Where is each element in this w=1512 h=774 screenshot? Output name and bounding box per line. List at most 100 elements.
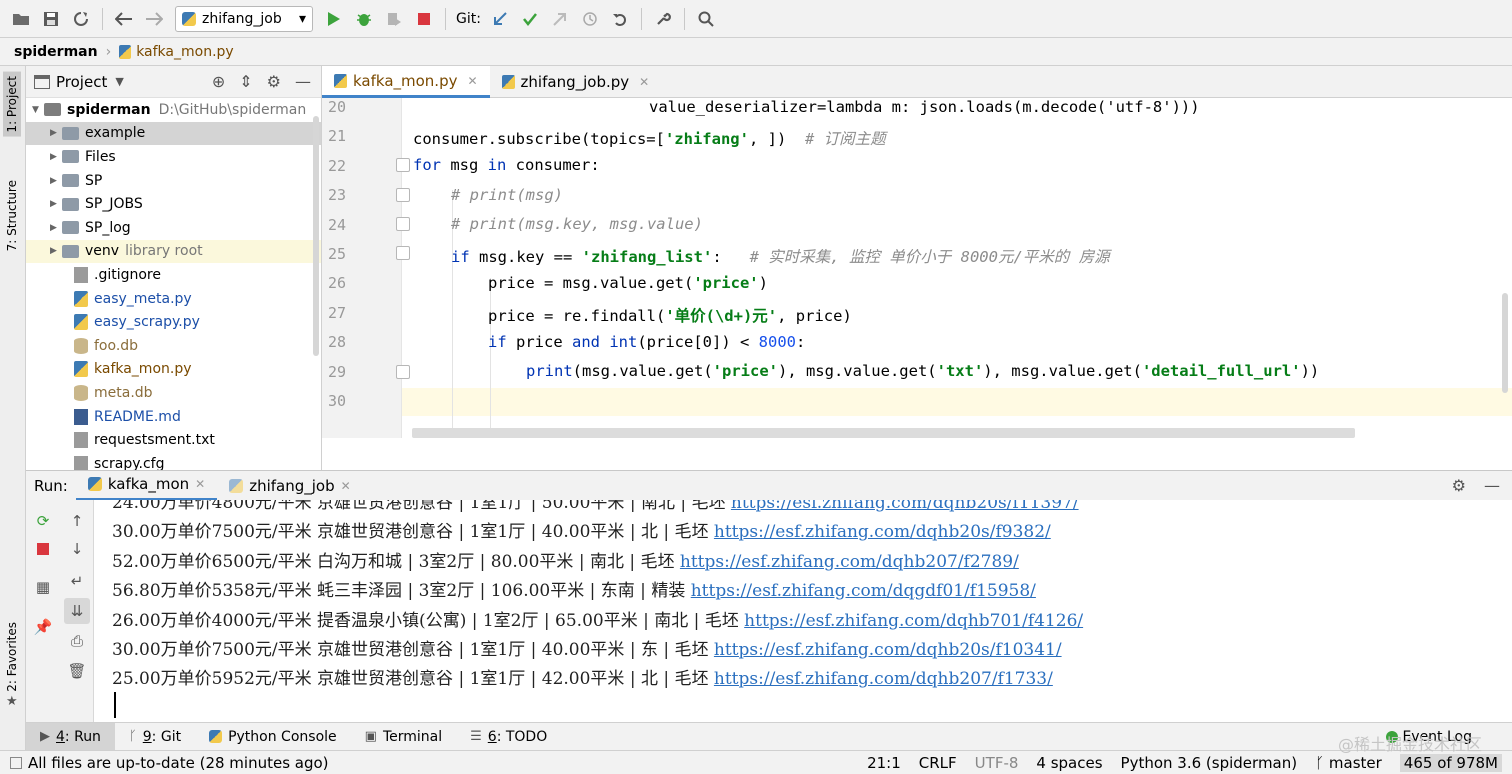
pin-icon[interactable]: 📌 bbox=[30, 614, 56, 640]
down-arrow-icon[interactable]: ↓ bbox=[64, 536, 90, 562]
open-folder-icon[interactable] bbox=[8, 6, 34, 32]
locate-icon[interactable]: ⊕ bbox=[212, 72, 225, 91]
console-link[interactable]: https://esf.zhifang.com/dqhb207/f1733/ bbox=[714, 669, 1053, 689]
indent-setting[interactable]: 4 spaces bbox=[1036, 754, 1102, 772]
gear-icon[interactable]: ⚙ bbox=[267, 72, 281, 91]
tree-item[interactable]: ▶ Files bbox=[26, 145, 321, 169]
tree-item[interactable]: ▶ SP_log bbox=[26, 216, 321, 240]
collapse-all-icon[interactable]: ⇕ bbox=[239, 72, 252, 91]
console-link[interactable]: https://esf.zhifang.com/dqhb20s/f9382/ bbox=[714, 522, 1051, 542]
structure-tool-tab[interactable]: 7: Structure bbox=[3, 176, 21, 255]
debug-icon[interactable] bbox=[351, 6, 377, 32]
status-checkbox-icon[interactable] bbox=[10, 756, 22, 769]
tab-todo[interactable]: ☰ 6: TODO bbox=[456, 723, 561, 751]
tab-kafka-mon[interactable]: kafka_mon.py ✕ bbox=[322, 66, 490, 98]
trash-icon[interactable]: 🗑 bbox=[64, 658, 90, 684]
tree-item[interactable]: scrapy.cfg bbox=[26, 452, 321, 470]
tree-item[interactable]: ▶ SP_JOBS bbox=[26, 192, 321, 216]
collapsed-arrow-icon[interactable]: ▶ bbox=[50, 223, 62, 233]
back-icon[interactable] bbox=[111, 6, 137, 32]
project-panel-title[interactable]: Project bbox=[56, 73, 107, 91]
up-arrow-icon[interactable]: ↑ bbox=[64, 508, 90, 534]
forward-icon[interactable] bbox=[141, 6, 167, 32]
hide-icon[interactable]: — bbox=[1484, 476, 1500, 495]
caret-position[interactable]: 21:1 bbox=[867, 754, 901, 772]
soft-wrap-icon[interactable]: ↵ bbox=[64, 568, 90, 594]
fold-marker-icon[interactable] bbox=[396, 365, 410, 379]
run-console-output[interactable]: 24.00万单价4800元/平米 京雄世贸港创意谷 | 1室1厅 | 50.00… bbox=[94, 500, 1512, 722]
console-link[interactable]: https://esf.zhifang.com/dqhb701/f4126/ bbox=[744, 611, 1083, 631]
history-icon[interactable] bbox=[577, 6, 603, 32]
hide-icon[interactable]: — bbox=[295, 72, 311, 91]
fold-marker-icon[interactable] bbox=[396, 188, 410, 202]
git-commit-icon[interactable] bbox=[517, 6, 543, 32]
breadcrumb-project[interactable]: spiderman bbox=[14, 44, 98, 60]
git-branch[interactable]: ᚴ master bbox=[1315, 754, 1382, 772]
editor-vertical-scrollbar[interactable] bbox=[1502, 293, 1508, 393]
console-link[interactable]: https://esf.zhifang.com/dqhb207/f2789/ bbox=[680, 552, 1019, 572]
scroll-to-end-icon[interactable]: ⇊ bbox=[64, 598, 90, 624]
python-interpreter[interactable]: Python 3.6 (spiderman) bbox=[1121, 754, 1298, 772]
fold-marker-icon[interactable] bbox=[396, 158, 410, 172]
tree-item[interactable]: ▶ venv library root bbox=[26, 239, 321, 264]
rerun-icon[interactable]: ⟳ bbox=[30, 508, 56, 534]
tab-python-console[interactable]: Python Console bbox=[195, 723, 351, 751]
tree-item[interactable]: meta.db bbox=[26, 381, 321, 405]
close-icon[interactable]: ✕ bbox=[467, 74, 477, 88]
editor-horizontal-scrollbar[interactable] bbox=[412, 428, 1355, 438]
project-tool-tab[interactable]: 1: Project bbox=[3, 72, 21, 137]
console-link[interactable]: https://esf.zhifang.com/dqhb20s/f11397/ bbox=[731, 500, 1079, 513]
git-update-icon[interactable] bbox=[487, 6, 513, 32]
collapsed-arrow-icon[interactable]: ▶ bbox=[50, 246, 62, 256]
tree-item[interactable]: ▶ example bbox=[26, 121, 321, 146]
collapsed-arrow-icon[interactable]: ▶ bbox=[50, 176, 62, 186]
console-link[interactable]: https://esf.zhifang.com/dqhb20s/f10341/ bbox=[714, 640, 1062, 660]
layout-icon[interactable]: ▦ bbox=[30, 574, 56, 600]
tree-item[interactable]: kafka_mon.py bbox=[26, 358, 321, 382]
collapsed-arrow-icon[interactable]: ▶ bbox=[50, 152, 62, 162]
run-tab-kafka-mon[interactable]: kafka_mon ✕ bbox=[75, 471, 218, 501]
close-icon[interactable]: ✕ bbox=[195, 477, 205, 491]
breadcrumb-file[interactable]: kafka_mon.py bbox=[119, 44, 234, 60]
close-icon[interactable]: ✕ bbox=[639, 75, 649, 89]
tab-git[interactable]: ᚴ 9: Git bbox=[115, 723, 195, 751]
tree-item[interactable]: requestsment.txt bbox=[26, 428, 321, 452]
search-icon[interactable] bbox=[693, 6, 719, 32]
stop-icon[interactable] bbox=[411, 6, 437, 32]
tree-item[interactable]: foo.db bbox=[26, 334, 321, 358]
tree-item[interactable]: ▶ SP bbox=[26, 169, 321, 193]
fold-marker-icon[interactable] bbox=[396, 246, 410, 260]
rollback-icon[interactable] bbox=[607, 6, 633, 32]
run-configuration-select[interactable]: zhifang_job ▾ bbox=[175, 5, 313, 32]
tab-zhifang-job[interactable]: zhifang_job.py ✕ bbox=[490, 66, 662, 97]
fold-marker-icon[interactable] bbox=[396, 217, 410, 231]
sync-icon[interactable] bbox=[68, 6, 94, 32]
project-scrollbar[interactable] bbox=[313, 116, 319, 356]
memory-indicator[interactable]: 465 of 978M bbox=[1399, 753, 1502, 772]
tree-item[interactable]: easy_meta.py bbox=[26, 287, 321, 311]
wrench-icon[interactable] bbox=[650, 6, 676, 32]
chevron-down-icon[interactable]: ▼ bbox=[115, 75, 123, 88]
favorites-tool-tab[interactable]: 2: Favorites bbox=[3, 618, 21, 696]
gear-icon[interactable]: ⚙ bbox=[1452, 476, 1466, 495]
line-separator[interactable]: CRLF bbox=[919, 754, 957, 772]
tree-item[interactable]: easy_scrapy.py bbox=[26, 310, 321, 334]
stop-icon[interactable] bbox=[30, 536, 56, 562]
git-push-icon[interactable] bbox=[547, 6, 573, 32]
close-icon[interactable]: ✕ bbox=[341, 479, 351, 493]
tree-root[interactable]: ▼ spiderman D:\GitHub\spiderman bbox=[26, 98, 321, 122]
tree-item[interactable]: README.md bbox=[26, 405, 321, 429]
tree-item[interactable]: .gitignore bbox=[26, 263, 321, 287]
save-all-icon[interactable] bbox=[38, 6, 64, 32]
run-icon[interactable] bbox=[321, 6, 347, 32]
run-tab-zhifang-job[interactable]: zhifang_job ✕ bbox=[217, 471, 362, 501]
code-editor[interactable]: 20 21 22 23 24 25 26 27 28 29 30 value_deserialize… bbox=[322, 98, 1512, 470]
print-icon[interactable]: ⎙ bbox=[64, 628, 90, 654]
tab-terminal[interactable]: ▣ Terminal bbox=[351, 723, 456, 751]
console-link[interactable]: https://esf.zhifang.com/dqgdf01/f15958/ bbox=[691, 581, 1036, 601]
tab-run[interactable]: ▶ 4: Run bbox=[26, 722, 115, 751]
file-encoding[interactable]: UTF-8 bbox=[975, 754, 1019, 772]
collapsed-arrow-icon[interactable]: ▶ bbox=[50, 128, 62, 138]
coverage-icon[interactable] bbox=[381, 6, 407, 32]
collapsed-arrow-icon[interactable]: ▶ bbox=[50, 199, 62, 209]
